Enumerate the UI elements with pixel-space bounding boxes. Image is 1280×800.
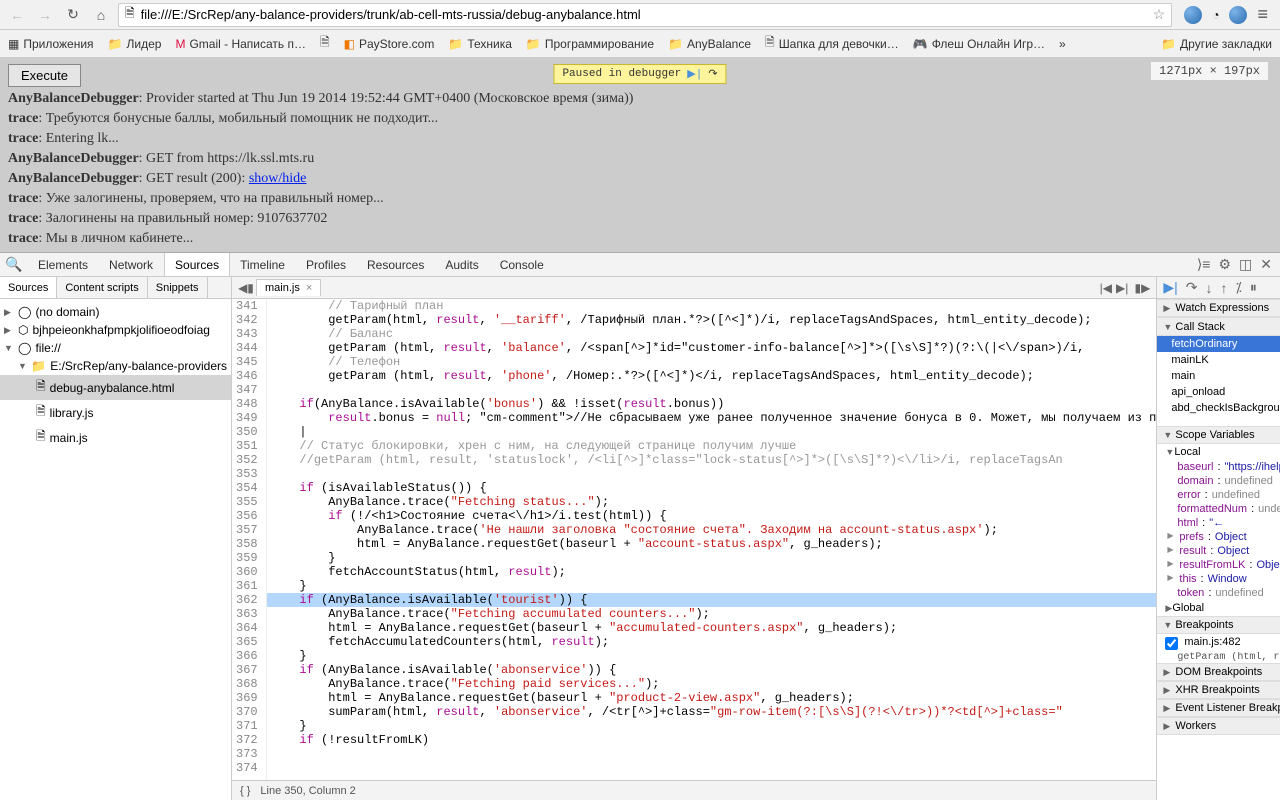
deactivate-bp-button[interactable]: ⁒: [1236, 279, 1242, 296]
watch-expressions-header[interactable]: ▶Watch Expressions: [1157, 299, 1280, 317]
paused-in-debugger-badge: Paused in debugger ▶| ↷: [553, 64, 726, 84]
close-tab-icon[interactable]: ×: [306, 282, 312, 294]
debugger-sidebar: ▶| ↷ ↓ ↑ ⁒ ⏸ ▶Watch Expressions ▼Call St…: [1156, 277, 1280, 800]
scope-variables-header[interactable]: ▼Scope Variables: [1157, 426, 1280, 444]
bookmark-item[interactable]: 📁Техника: [448, 37, 512, 51]
devtools-tab-sources[interactable]: Sources: [164, 253, 230, 276]
forward-button[interactable]: →: [34, 4, 56, 26]
devtools-tab-elements[interactable]: Elements: [28, 253, 99, 276]
sources-navigator: Sources Content scripts Snippets ▶◯ (no …: [0, 277, 232, 800]
reload-button[interactable]: ↻: [62, 4, 84, 26]
search-icon[interactable]: 🔍: [0, 253, 28, 276]
prev-icon[interactable]: |◀: [1100, 281, 1112, 295]
cursor-position: Line 350, Column 2: [260, 785, 355, 797]
editor-tab[interactable]: main.js×: [256, 279, 321, 296]
workers-header[interactable]: ▶Workers: [1157, 717, 1280, 735]
bookmark-item[interactable]: 🗎Шапка для девочки…: [765, 33, 899, 54]
close-devtools-icon[interactable]: ✕: [1260, 256, 1272, 273]
bookmark-item[interactable]: MGmail - Написать п…: [175, 37, 306, 51]
execute-button[interactable]: Execute: [8, 64, 81, 87]
extension-globe-icon[interactable]: [1184, 6, 1202, 24]
scope-variable[interactable]: domain: undefined: [1157, 474, 1280, 488]
step-icon[interactable]: ↷: [708, 67, 717, 81]
file-item[interactable]: 🗎 debug-anybalance.html: [0, 375, 231, 400]
nav-tab-snippets[interactable]: Snippets: [148, 277, 208, 298]
file-tree[interactable]: ▶◯ (no domain) ▶⬡ bjhpeieonkhafpmpkjolif…: [0, 299, 231, 800]
step-out-button[interactable]: ↑: [1221, 280, 1228, 296]
call-stack-header[interactable]: ▼Call StackAsync: [1157, 317, 1280, 336]
devtools-tab-profiles[interactable]: Profiles: [296, 253, 357, 276]
devtools-tab-console[interactable]: Console: [490, 253, 555, 276]
file-item[interactable]: 🗎 library.js: [0, 400, 231, 425]
pause-exceptions-button[interactable]: ⏸: [1250, 279, 1257, 296]
bookmark-item[interactable]: 📁AnyBalance: [668, 37, 751, 51]
breakpoint-item[interactable]: main.js:482: [1157, 634, 1280, 652]
home-button[interactable]: ⌂: [90, 4, 112, 26]
devtools-tab-timeline[interactable]: Timeline: [230, 253, 296, 276]
browser-toolbar: ← → ↻ ⌂ 🗎 ☆ ◔ ≡: [0, 0, 1280, 30]
bookmark-overflow[interactable]: »: [1059, 37, 1066, 51]
page-icon: 🗎: [125, 4, 135, 25]
stack-frame[interactable]: mainLKmain.js:666: [1157, 352, 1280, 368]
xhr-breakpoints-header[interactable]: ▶XHR Breakpoints+: [1157, 681, 1280, 699]
settings-gear-icon[interactable]: ⚙: [1218, 256, 1231, 273]
devtools-tab-bar: 🔍 ElementsNetworkSourcesTimelineProfiles…: [0, 253, 1280, 277]
next-icon[interactable]: ▶|: [1116, 281, 1128, 295]
extension-globe2-icon[interactable]: [1229, 6, 1247, 24]
scope-variable[interactable]: formattedNum: undefined: [1157, 502, 1280, 516]
code-editor[interactable]: 3413423433443453463473483493503513523533…: [232, 299, 1156, 780]
scope-variable[interactable]: ▶resultFromLK: Object: [1157, 558, 1280, 572]
bookmark-star-icon[interactable]: ☆: [1153, 6, 1166, 23]
debugger-toolbar: ▶| ↷ ↓ ↑ ⁒ ⏸: [1157, 277, 1280, 299]
file-item[interactable]: 🗎 main.js: [0, 425, 231, 450]
other-bookmarks[interactable]: 📁Другие закладки: [1161, 37, 1272, 51]
code-editor-panel: ◀▮ main.js× |◀ ▶| ▮▶ 3413423433443453463…: [232, 277, 1156, 800]
back-button[interactable]: ←: [6, 4, 28, 26]
bookmark-item[interactable]: 🎮Флеш Онлайн Игр…: [913, 37, 1045, 51]
bookmark-item[interactable]: 📁Лидер: [108, 37, 162, 51]
scope-variable[interactable]: baseurl: "https://ihelp…: [1157, 460, 1280, 474]
toggle-navigator-icon[interactable]: ◀▮: [236, 281, 256, 295]
scope-variable[interactable]: html: "←: [1157, 516, 1280, 530]
dock-icon[interactable]: ◫: [1239, 256, 1252, 273]
stack-frame[interactable]: fetchOrdinarymain.js:362: [1157, 336, 1280, 352]
stack-frame[interactable]: api_onloadapi.js:876: [1157, 384, 1280, 400]
chrome-menu-icon[interactable]: ≡: [1257, 4, 1268, 25]
scope-variable[interactable]: ▶prefs: Object: [1157, 530, 1280, 544]
step-into-button[interactable]: ↓: [1206, 280, 1213, 296]
step-over-button[interactable]: ↷: [1186, 279, 1198, 296]
stack-frame[interactable]: abd_checkIsBackgroundInitializedapi-adap…: [1157, 400, 1280, 426]
url-bar[interactable]: 🗎 ☆: [118, 3, 1172, 27]
scope-variable[interactable]: token: undefined: [1157, 586, 1280, 600]
devtools-tab-resources[interactable]: Resources: [357, 253, 435, 276]
scope-variable[interactable]: ▶this: Window: [1157, 572, 1280, 586]
event-breakpoints-header[interactable]: ▶Event Listener Breakpoints: [1157, 699, 1280, 717]
url-input[interactable]: [141, 7, 1147, 22]
bookmark-item[interactable]: 🗎: [320, 33, 330, 54]
stack-frame[interactable]: mainmain.js:65: [1157, 368, 1280, 384]
editor-status-bar: { } Line 350, Column 2: [232, 780, 1156, 800]
page-viewport: Execute Paused in debugger ▶| ↷ 1271px ×…: [0, 58, 1280, 252]
breakpoint-checkbox[interactable]: [1165, 637, 1178, 650]
dimensions-overlay: 1271px × 197px: [1151, 62, 1268, 80]
dom-breakpoints-header[interactable]: ▶DOM Breakpoints: [1157, 663, 1280, 681]
bookmark-item[interactable]: ◧PayStore.com: [344, 37, 435, 51]
devtools-tab-audits[interactable]: Audits: [435, 253, 489, 276]
toggle-drawer-icon[interactable]: ⟩≡: [1197, 256, 1211, 273]
nav-tab-sources[interactable]: Sources: [0, 277, 57, 298]
apps-button[interactable]: ▦ Приложения: [8, 37, 94, 51]
resume-icon[interactable]: ▶|: [687, 67, 702, 81]
pretty-print-icon[interactable]: { }: [240, 785, 250, 797]
devtools-panel: 🔍 ElementsNetworkSourcesTimelineProfiles…: [0, 252, 1280, 800]
resume-button[interactable]: ▶|: [1163, 279, 1177, 296]
devtools-tab-network[interactable]: Network: [99, 253, 164, 276]
scope-variable[interactable]: error: undefined: [1157, 488, 1280, 502]
bookmark-item[interactable]: 📁Программирование: [526, 37, 654, 51]
extension-circle-icon[interactable]: ◔: [1212, 8, 1219, 22]
scope-variable[interactable]: ▶result: Object: [1157, 544, 1280, 558]
breakpoints-header[interactable]: ▼Breakpoints: [1157, 616, 1280, 634]
bookmarks-bar: ▦ Приложения 📁Лидер MGmail - Написать п……: [0, 30, 1280, 58]
nav-tab-content-scripts[interactable]: Content scripts: [57, 277, 147, 298]
toggle-sidebar-icon[interactable]: ▮▶: [1132, 281, 1152, 295]
